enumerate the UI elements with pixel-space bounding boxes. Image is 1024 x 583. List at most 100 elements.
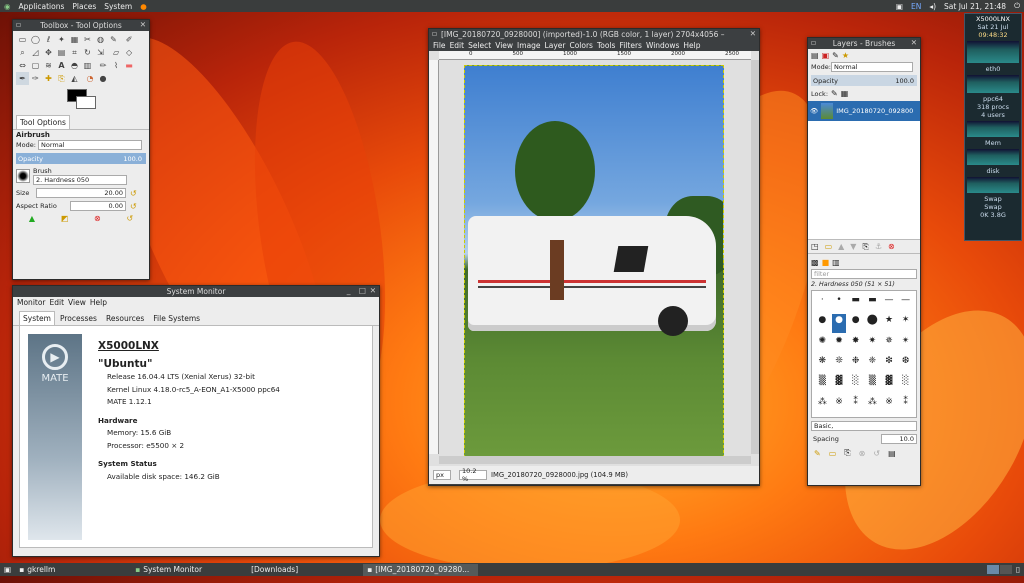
clock[interactable]: Sat Jul 21, 21:48 (940, 2, 1010, 11)
menu-tools[interactable]: Tools (595, 41, 617, 50)
lock-alpha-icon[interactable]: ▦ (841, 89, 849, 98)
patterns-tab-icon[interactable]: ■ (822, 258, 830, 267)
brush-item[interactable]: · (815, 294, 830, 312)
brush-item[interactable]: ✶ (898, 314, 913, 332)
menu-help[interactable]: Help (88, 298, 109, 307)
delete-layer-icon[interactable]: ⊗ (888, 242, 895, 251)
visibility-eye-icon[interactable]: 👁 (810, 107, 818, 115)
brush-item[interactable]: ⁂ (815, 396, 830, 414)
menu-view[interactable]: View (66, 298, 88, 307)
window-controls[interactable]: _ □ (347, 286, 369, 295)
new-group-icon[interactable]: ▭ (825, 242, 833, 251)
new-brush-icon[interactable]: ▭ (829, 449, 837, 458)
layers-tab-icon[interactable]: ▤ (811, 51, 819, 60)
clone-icon[interactable]: ⎘ (55, 72, 68, 85)
lock-pixels-icon[interactable]: ✎ (831, 89, 838, 98)
tab-resources[interactable]: Resources (102, 311, 148, 325)
brush-item[interactable]: ● (848, 314, 863, 332)
free-select-icon[interactable]: ℓ (42, 33, 55, 46)
reset-icon[interactable]: ↺ (130, 189, 137, 198)
eraser-icon[interactable]: ▬ (123, 59, 136, 72)
raise-layer-icon[interactable]: ▲ (838, 242, 844, 251)
color-select-icon[interactable]: ▦ (68, 33, 81, 46)
brush-item[interactable]: ● (815, 314, 830, 332)
open-brush-icon[interactable]: ▤ (888, 449, 896, 458)
delete-brush-icon[interactable]: ⊗ (859, 449, 866, 458)
heal-icon[interactable]: ✚ (42, 72, 55, 85)
scissors-icon[interactable]: ✂ (81, 33, 94, 46)
foreground-select-icon[interactable]: ◍ (94, 33, 107, 46)
shutdown-icon[interactable]: ⏻ (1010, 1, 1024, 11)
brush-item[interactable]: • (832, 294, 847, 312)
brush-item[interactable]: ✸ (848, 335, 863, 353)
taskbar-item-system-monitor[interactable]: ▪ System Monitor (131, 564, 241, 576)
brush-item[interactable]: ❈ (865, 355, 880, 373)
tab-tool-options[interactable]: Tool Options (16, 115, 70, 129)
brush-item[interactable]: ▬ (865, 294, 880, 312)
layers-titlebar[interactable]: ▫ Layers - Brushes ✕ (808, 38, 920, 49)
brush-item[interactable]: ✵ (882, 335, 897, 353)
blur-icon[interactable]: ● (97, 72, 110, 85)
menu-file[interactable]: File (431, 41, 448, 50)
taskbar-item-downloads[interactable]: [Downloads] (247, 564, 357, 576)
brush-item[interactable]: ✺ (815, 335, 830, 353)
brush-item[interactable]: ❋ (815, 355, 830, 373)
shear-icon[interactable]: ▱ (110, 46, 123, 59)
ink-icon[interactable]: ✑ (29, 72, 42, 85)
brush-item[interactable]: ✴ (898, 335, 913, 353)
menu-edit[interactable]: Edit (48, 298, 67, 307)
window-menu-icon[interactable]: ▫ (432, 29, 437, 38)
bucket-fill-icon[interactable]: ◓ (68, 59, 81, 72)
layer-row[interactable]: 👁 IMG_20180720_092800 (808, 101, 920, 121)
horizontal-ruler[interactable]: 0 500 1000 1500 2000 2500 (439, 51, 751, 60)
text-icon[interactable]: A (55, 59, 68, 72)
brush-item[interactable]: ※ (832, 396, 847, 414)
spacing-field[interactable]: 10.0 (881, 434, 917, 444)
blend-icon[interactable]: ▥ (81, 59, 94, 72)
edit-brush-icon[interactable]: ✎ (814, 449, 821, 458)
brush-item[interactable]: ▒ (865, 375, 880, 393)
places-menu[interactable]: Places (68, 2, 100, 11)
menu-image[interactable]: Image (515, 41, 543, 50)
brush-item[interactable]: ● (865, 313, 880, 332)
tab-system[interactable]: System (19, 311, 55, 325)
flip-icon[interactable]: ⇔ (16, 59, 29, 72)
mode-select[interactable]: Normal (831, 62, 913, 72)
brushes-tab-icon[interactable]: ▩ (811, 258, 819, 267)
zoom-icon[interactable]: ⌕ (16, 46, 29, 59)
fuzzy-select-icon[interactable]: ✦ (55, 33, 68, 46)
paintbrush-icon[interactable]: ⌇ (110, 59, 123, 72)
smudge-icon[interactable]: ◭ (68, 72, 81, 85)
delete-options-icon[interactable]: ⊗ (94, 214, 101, 223)
brush-item[interactable]: ※ (882, 396, 897, 414)
anchor-layer-icon[interactable]: ⚓ (875, 242, 882, 251)
brush-item[interactable]: ⁑ (848, 396, 863, 414)
brush-item[interactable]: ░ (848, 375, 863, 393)
brush-item[interactable]: ❇ (882, 355, 897, 373)
brush-grid[interactable]: · • ▬ ▬ — — ● ● ● ● ★ ✶ ✺ ✹ ✸ ✷ ✵ ✴ ❋ ❊ ❉ ❈ ❇ ❆ ▒ ▓ ░ ▒ ▓ ░ ⁂ ※ ⁑ ⁂ ※… (811, 290, 917, 418)
close-icon[interactable]: ✕ (750, 29, 756, 38)
background-color[interactable] (76, 96, 96, 109)
brush-item[interactable]: ░ (898, 375, 913, 393)
brush-field[interactable]: 2. Hardness 050 (33, 175, 127, 185)
perspective-icon[interactable]: ◇ (123, 46, 136, 59)
refresh-brushes-icon[interactable]: ↺ (873, 449, 880, 458)
lower-layer-icon[interactable]: ▼ (850, 242, 856, 251)
menu-windows[interactable]: Windows (644, 41, 681, 50)
show-desktop-icon[interactable]: ▣ (0, 565, 15, 574)
system-menu[interactable]: System (100, 2, 136, 11)
brush-item[interactable]: ▓ (882, 375, 897, 393)
undo-tab-icon[interactable]: ★ (842, 51, 849, 60)
reset-options-icon[interactable]: ↺ (126, 214, 133, 223)
crop-icon[interactable]: ⌗ (68, 46, 81, 59)
brush-item[interactable]: ❆ (898, 355, 913, 373)
brush-preview[interactable] (16, 169, 30, 183)
mode-select[interactable]: Normal (38, 140, 142, 150)
network-icon[interactable]: ▣ (892, 2, 907, 11)
close-icon[interactable]: ✕ (370, 286, 376, 295)
paths-tab-icon[interactable]: ✎ (832, 51, 839, 60)
measure-icon[interactable]: ◿ (29, 46, 42, 59)
color-picker-icon[interactable]: ✐ (123, 33, 136, 46)
menu-select[interactable]: Select (466, 41, 493, 50)
horizontal-scrollbar[interactable] (439, 456, 751, 464)
